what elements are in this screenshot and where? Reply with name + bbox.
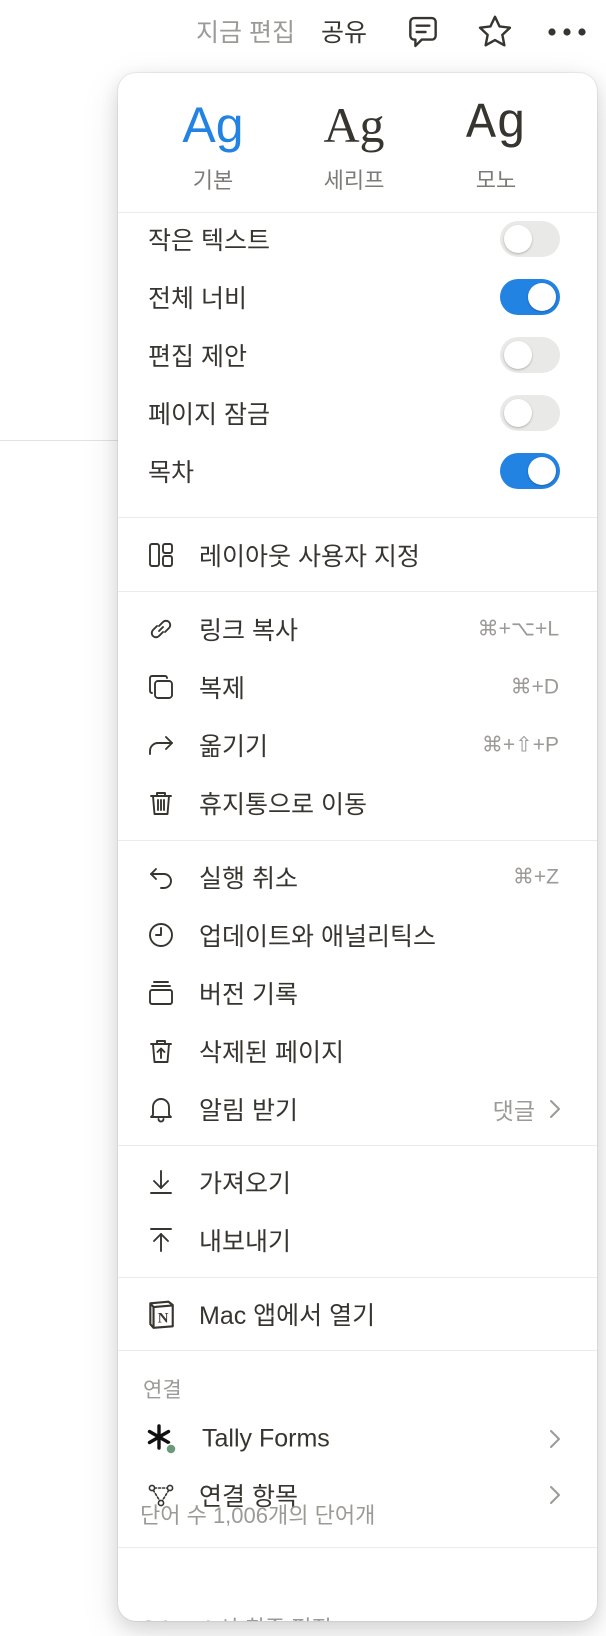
toggle-full-width[interactable]: 전체 너비 xyxy=(118,271,597,323)
menu-item-label: Mac 앱에서 열기 xyxy=(199,1302,376,1330)
menu-item-label: 내보내기 xyxy=(199,1228,292,1256)
divider xyxy=(118,591,597,592)
word-count: 단어 수 1,006개의 단어개 xyxy=(140,1503,376,1528)
menu-item-label: 업데이트와 애널리틱스 xyxy=(199,923,436,951)
tally-asterisk-icon xyxy=(144,1422,178,1456)
duplicate-icon xyxy=(144,670,178,704)
menu-item-label: 옮기기 xyxy=(199,733,269,761)
edited-status: 지금 편집 xyxy=(196,19,295,47)
menu-item-customize-layout[interactable]: 레이아웃 사용자 지정 xyxy=(118,529,597,581)
menu-item-label: 레이아웃 사용자 지정 xyxy=(199,543,420,571)
page-lock-toggle[interactable] xyxy=(500,395,560,431)
font-label: 모노 xyxy=(475,168,517,193)
font-option-mono[interactable]: Ag 모노 xyxy=(436,95,556,195)
link-icon xyxy=(144,612,178,646)
export-arrow-icon xyxy=(144,1223,178,1257)
font-sample: Ag xyxy=(323,97,385,153)
font-sample: Ag xyxy=(465,96,526,153)
font-picker: Ag 기본 Ag 세리프 Ag 모노 xyxy=(118,73,597,213)
notification-setting-value: 댓글 xyxy=(492,1098,535,1124)
menu-item-label: Tally Forms xyxy=(202,1424,330,1453)
menu-item-undo[interactable]: 실행 취소 ⌘+Z xyxy=(118,851,597,903)
divider xyxy=(118,1145,597,1146)
toggle-table-of-contents[interactable]: 목차 xyxy=(118,445,597,497)
toggle-page-lock[interactable]: 페이지 잠금 xyxy=(118,387,597,439)
page-options-menu: Ag 기본 Ag 세리프 Ag 모노 작은 텍스트 전체 너비 편집 제안 페이… xyxy=(118,73,597,1621)
menu-item-export[interactable]: 내보내기 xyxy=(118,1214,597,1266)
font-option-default[interactable]: Ag 기본 xyxy=(153,95,273,195)
font-sample: Ag xyxy=(182,97,244,153)
top-bar: 지금 편집 공유 xyxy=(0,0,606,62)
chevron-right-icon xyxy=(545,1097,565,1121)
menu-item-import[interactable]: 가져오기 xyxy=(118,1156,597,1208)
more-options-icon[interactable] xyxy=(547,12,587,52)
toggle-label: 편집 제안 xyxy=(148,343,247,371)
star-icon[interactable] xyxy=(475,12,515,52)
shortcut-hint: ⌘+⇧+P xyxy=(481,733,559,757)
menu-item-label: 복제 xyxy=(199,675,246,703)
small-text-toggle[interactable] xyxy=(500,221,560,257)
font-label: 세리프 xyxy=(323,168,385,193)
font-label: 기본 xyxy=(192,168,234,193)
menu-item-move-to-trash[interactable]: 휴지통으로 이동 xyxy=(118,777,597,829)
toggle-label: 페이지 잠금 xyxy=(148,401,270,429)
menu-item-label: 링크 복사 xyxy=(199,617,298,645)
version-history-icon xyxy=(144,976,178,1010)
clock-icon xyxy=(144,918,178,952)
menu-item-label: 실행 취소 xyxy=(199,865,298,893)
menu-item-deleted-pages[interactable]: 삭제된 페이지 xyxy=(118,1025,597,1077)
import-arrow-icon xyxy=(144,1165,178,1199)
menu-item-label: 알림 받기 xyxy=(199,1097,298,1125)
trash-icon xyxy=(144,786,178,820)
divider xyxy=(118,840,597,841)
shortcut-hint: ⌘+Z xyxy=(512,865,559,889)
font-option-serif[interactable]: Ag 세리프 xyxy=(294,95,414,195)
page-divider xyxy=(0,440,130,441)
menu-item-updates-analytics[interactable]: 업데이트와 애널리틱스 xyxy=(118,909,597,961)
divider xyxy=(118,1277,597,1278)
move-arrow-icon xyxy=(144,728,178,762)
menu-item-notifications[interactable]: 알림 받기 댓글 xyxy=(118,1083,597,1135)
divider xyxy=(118,1350,597,1351)
toggle-label: 작은 텍스트 xyxy=(148,227,270,255)
notion-logo-icon: N xyxy=(144,1297,178,1331)
connections-header: 연결 xyxy=(143,1379,182,1402)
toggle-suggest-edits[interactable]: 편집 제안 xyxy=(118,329,597,381)
svg-text:N: N xyxy=(158,1311,169,1327)
chevron-right-icon xyxy=(545,1427,565,1451)
toggle-small-text[interactable]: 작은 텍스트 xyxy=(118,213,597,265)
toggle-label: 전체 너비 xyxy=(148,285,247,313)
menu-item-label: 버전 기록 xyxy=(199,981,298,1009)
last-edited: Q4 ... 4 시 최종 편집 xyxy=(140,1611,332,1621)
shortcut-hint: ⌘+⌥+L xyxy=(477,617,559,641)
divider xyxy=(118,517,597,518)
menu-item-label: 삭제된 페이지 xyxy=(199,1039,344,1067)
deleted-page-icon xyxy=(144,1034,178,1068)
menu-item-move[interactable]: 옮기기 ⌘+⇧+P xyxy=(118,719,597,771)
menu-item-tally-forms[interactable]: Tally Forms xyxy=(118,1413,597,1465)
menu-item-open-in-mac-app[interactable]: N Mac 앱에서 열기 xyxy=(118,1288,597,1340)
share-button[interactable]: 공유 xyxy=(321,13,367,49)
menu-item-copy-link[interactable]: 링크 복사 ⌘+⌥+L xyxy=(118,603,597,655)
table-of-contents-toggle[interactable] xyxy=(500,453,560,489)
menu-item-duplicate[interactable]: 복제 ⌘+D xyxy=(118,661,597,713)
divider xyxy=(118,1547,597,1548)
menu-item-label: 휴지통으로 이동 xyxy=(199,791,367,819)
full-width-toggle[interactable] xyxy=(500,279,560,315)
suggest-edits-toggle[interactable] xyxy=(500,337,560,373)
toggle-label: 목차 xyxy=(148,459,195,487)
menu-item-version-history[interactable]: 버전 기록 xyxy=(118,967,597,1019)
layout-icon xyxy=(144,538,178,572)
comment-icon[interactable] xyxy=(403,12,443,52)
chevron-right-icon xyxy=(545,1483,565,1507)
undo-icon xyxy=(144,860,178,894)
shortcut-hint: ⌘+D xyxy=(510,675,559,699)
bell-icon xyxy=(144,1092,178,1126)
menu-item-label: 가져오기 xyxy=(199,1170,292,1198)
